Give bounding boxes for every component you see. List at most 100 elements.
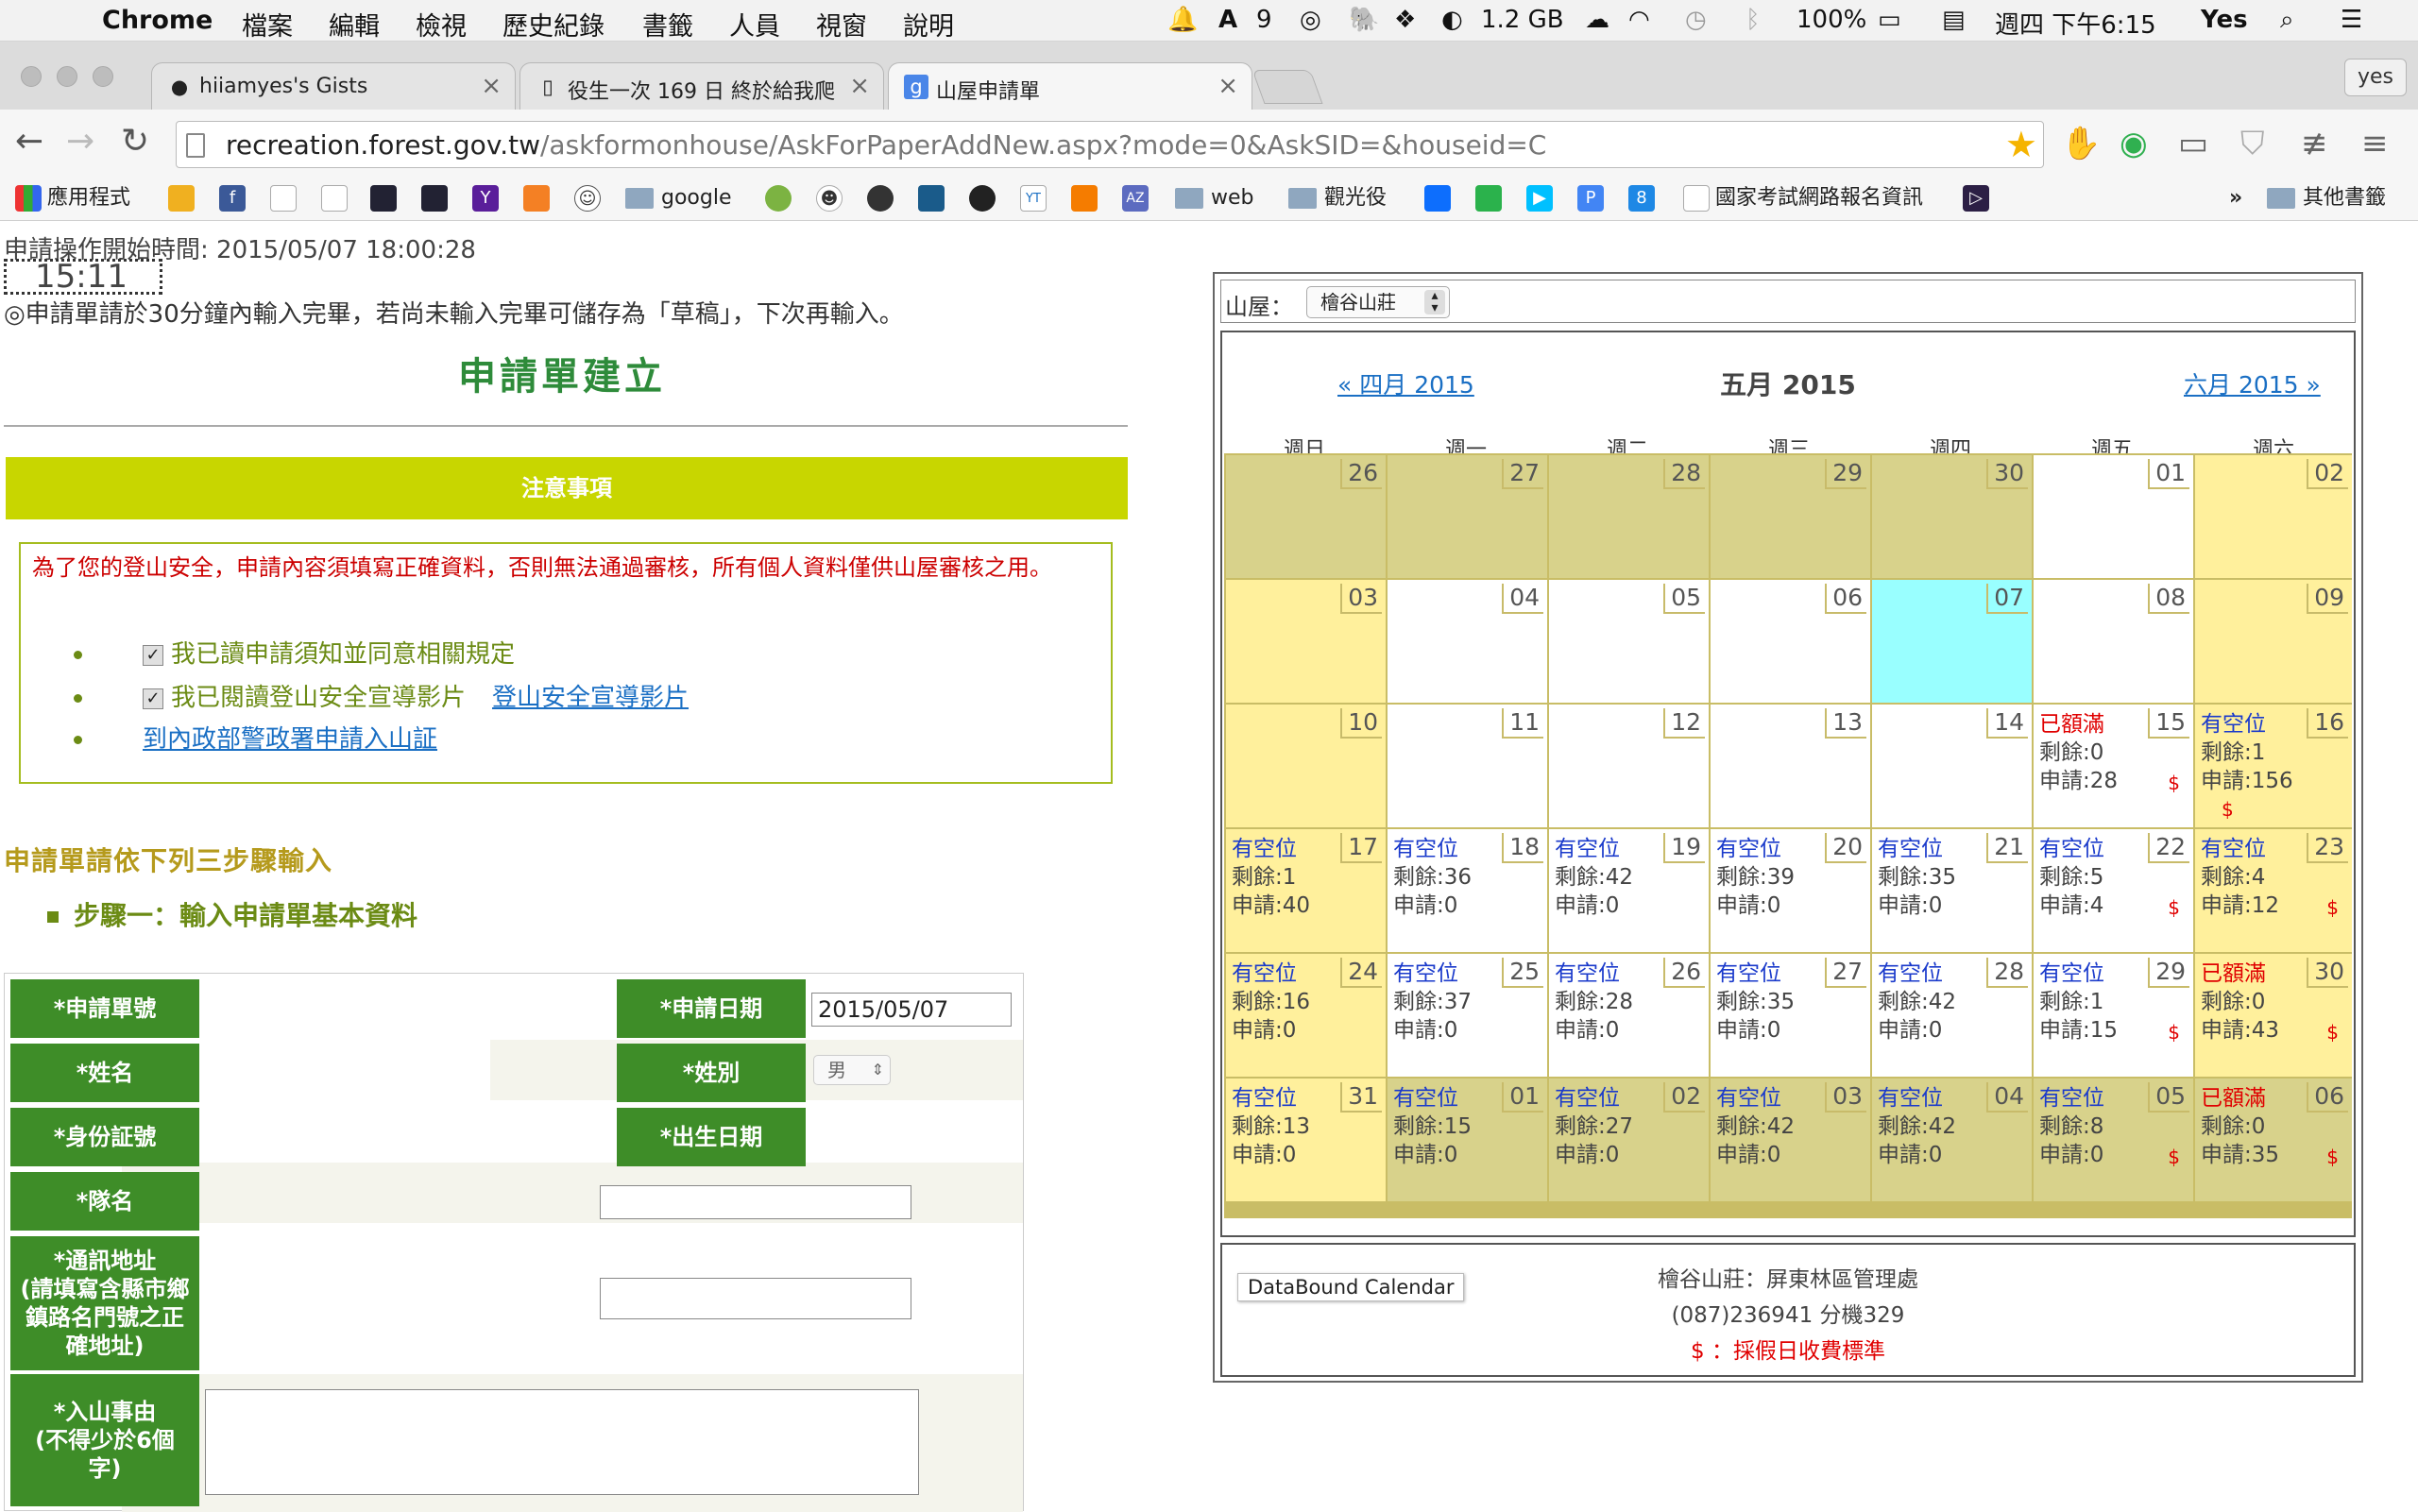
bookmark-az[interactable]: AZ (1122, 183, 1154, 213)
notification-icon[interactable]: A (1218, 6, 1237, 34)
agree-rules-checkbox[interactable]: ✓ (143, 644, 163, 666)
calendar-day-cell[interactable]: 03 有空位 剩餘:42 申請:0 (1711, 1079, 1870, 1201)
extension-hand-icon[interactable]: ✋ (2061, 125, 2101, 162)
bookmark-folder-other[interactable]: 其他書籤 (2267, 183, 2386, 213)
sync-icon[interactable]: ◎ (1300, 6, 1321, 34)
cast-icon[interactable]: ▭ (2178, 125, 2208, 162)
url-text[interactable]: recreation.forest.gov.tw/askformonhouse/… (226, 129, 1546, 161)
time-machine-icon[interactable]: ◷ (1685, 6, 1707, 34)
bookmark-apps[interactable]: 應用程式 (15, 183, 130, 213)
calendar-day-cell[interactable]: 30 (1872, 455, 2032, 578)
calendar-day-cell[interactable]: 27 (1388, 455, 1547, 578)
bookmark-yahoo[interactable]: Y (472, 183, 504, 213)
calendar-day-cell[interactable]: 01 (2034, 455, 2193, 578)
calendar-day-cell[interactable]: 23 有空位 剩餘:4 申請:12 $ (2195, 829, 2352, 952)
bookmark-facebook[interactable]: f (219, 183, 251, 213)
calendar-day-cell[interactable]: 11 (1388, 705, 1547, 827)
menu-edit[interactable]: 編輯 (329, 6, 380, 42)
bookmark-stats[interactable] (918, 183, 950, 213)
calendar-day-cell[interactable]: 18 有空位 剩餘:36 申請:0 (1388, 829, 1547, 952)
safety-video-link[interactable]: 登山安全宣導影片 (492, 684, 689, 712)
calendar-day-cell[interactable]: 19 有空位 剩餘:42 申請:0 (1549, 829, 1709, 952)
memory-gauge-icon[interactable]: ◐ (1441, 6, 1463, 34)
gender-select[interactable]: 男 ⇕ (813, 1055, 891, 1085)
calendar-day-cell[interactable]: 25 有空位 剩餘:37 申請:0 (1388, 954, 1547, 1077)
close-tab-icon[interactable]: × (849, 72, 870, 100)
chrome-menu-icon[interactable]: ≡ (2361, 125, 2389, 162)
spotlight-icon[interactable]: ⌕ (2280, 6, 2294, 35)
next-month-link[interactable]: 六月 2015 » (2184, 366, 2321, 400)
bookmark-star-icon[interactable]: ★ (2005, 124, 2037, 165)
extension-t-icon[interactable]: ≢ (2301, 125, 2328, 162)
calendar-day-cell[interactable]: 02 有空位 剩餘:27 申請:0 (1549, 1079, 1709, 1201)
menu-bookmarks[interactable]: 書籤 (642, 6, 693, 42)
minimize-window-button[interactable] (57, 66, 77, 87)
bookmark-page-1[interactable] (270, 183, 302, 213)
calendar-day-cell[interactable]: 15 已額滿 剩餘:0 申請:28 $ (2034, 705, 2193, 827)
calendar-day-cell[interactable]: 22 有空位 剩餘:5 申請:4 $ (2034, 829, 2193, 952)
hut-select[interactable]: 檜谷山莊 ▴ ▾ (1306, 286, 1450, 318)
calendar-day-cell[interactable]: 03 (1226, 580, 1386, 703)
calendar-day-cell[interactable]: 28 有空位 剩餘:42 申請:0 (1872, 954, 2032, 1077)
calendar-day-cell[interactable]: 05 (1549, 580, 1709, 703)
address-bar[interactable]: recreation.forest.gov.tw/askformonhouse/… (176, 121, 2044, 168)
menu-window[interactable]: 視窗 (816, 6, 867, 42)
bookmark-folder-tour[interactable]: 觀光役 (1288, 183, 1387, 213)
bookmark-box[interactable] (168, 183, 200, 213)
calendar-day-cell[interactable]: 13 (1711, 705, 1870, 827)
cloud-icon[interactable]: ☁ (1585, 6, 1609, 34)
close-tab-icon[interactable]: × (1218, 72, 1238, 100)
profile-button[interactable]: yes (2344, 59, 2407, 96)
menu-view[interactable]: 檢視 (416, 6, 467, 42)
wifi-icon[interactable]: ◠ (1628, 6, 1650, 34)
calendar-day-cell[interactable]: 04 有空位 剩餘:42 申請:0 (1872, 1079, 2032, 1201)
dropbox-icon[interactable]: ❖ (1394, 6, 1416, 34)
bookmark-bomb[interactable] (867, 183, 899, 213)
menu-history[interactable]: 歷史紀錄 (502, 6, 604, 42)
bookmark-dropbox[interactable] (1424, 183, 1456, 213)
bookmark-dark[interactable]: ▷ (1963, 183, 1995, 213)
tab-hut-application[interactable]: g 山屋申請單 × (888, 62, 1252, 110)
clock-datetime[interactable]: 週四 下午6:15 (1995, 6, 2156, 41)
calendar-day-cell[interactable]: 17 有空位 剩餘:1 申請:40 (1226, 829, 1386, 952)
address-input[interactable] (600, 1278, 911, 1319)
bookmark-android[interactable] (765, 183, 797, 213)
bookmark-play[interactable]: ▶ (1526, 183, 1558, 213)
app-date-input[interactable]: 2015/05/07 (811, 993, 1012, 1027)
flag-us-icon[interactable]: ▤ (1942, 6, 1966, 34)
calendar-day-cell[interactable]: 06 已額滿 剩餘:0 申請:35 $ (2195, 1079, 2352, 1201)
bookmark-feedly[interactable] (1475, 183, 1507, 213)
grammarly-icon[interactable]: ◉ (2120, 125, 2148, 162)
calendar-day-cell[interactable]: 26 有空位 剩餘:28 申請:0 (1549, 954, 1709, 1077)
bookmark-p[interactable]: P (1577, 183, 1609, 213)
calendar-day-cell[interactable]: 10 (1226, 705, 1386, 827)
calendar-day-cell[interactable]: 01 有空位 剩餘:15 申請:0 (1388, 1079, 1547, 1201)
menu-app-name[interactable]: Chrome (102, 6, 213, 35)
user-name[interactable]: Yes (2201, 6, 2248, 34)
close-tab-icon[interactable]: × (481, 72, 502, 100)
mountain-permit-link[interactable]: 到內政部警政署申請入山証 (143, 725, 437, 754)
menu-file[interactable]: 檔案 (242, 6, 293, 42)
calendar-day-cell[interactable]: 06 (1711, 580, 1870, 703)
calendar-day-cell[interactable]: 30 已額滿 剩餘:0 申請:43 $ (2195, 954, 2352, 1077)
bell-icon[interactable]: 🔔 (1167, 6, 1198, 34)
back-icon[interactable]: ← (15, 123, 43, 161)
calendar-day-cell[interactable]: 31 有空位 剩餘:13 申請:0 (1226, 1079, 1386, 1201)
calendar-day-cell[interactable]: 21 有空位 剩餘:35 申請:0 (1872, 829, 2032, 952)
new-tab-button[interactable] (1252, 70, 1323, 104)
calendar-day-cell[interactable]: 08 (2034, 580, 2193, 703)
forward-icon[interactable]: → (66, 123, 94, 161)
calendar-day-cell[interactable]: 28 (1549, 455, 1709, 578)
notification-center-icon[interactable]: ☰ (2341, 6, 2362, 34)
bookmark-reddit[interactable]: ☻ (816, 183, 848, 213)
bookmark-owl[interactable]: ☺ (574, 183, 606, 213)
watched-video-checkbox[interactable]: ✓ (143, 688, 163, 709)
calendar-day-cell[interactable]: 04 (1388, 580, 1547, 703)
bookmark-stack[interactable] (523, 183, 555, 213)
team-name-input[interactable] (600, 1185, 911, 1219)
calendar-day-cell[interactable]: 12 (1549, 705, 1709, 827)
bookmark-exam[interactable]: 國家考試網路報名資訊 (1683, 183, 1923, 213)
bookmark-photo-1[interactable] (370, 183, 402, 213)
menu-help[interactable]: 說明 (903, 6, 954, 42)
tab-article[interactable]: ▯ 役生一次 169 日 終於給我爬 × (519, 62, 884, 110)
